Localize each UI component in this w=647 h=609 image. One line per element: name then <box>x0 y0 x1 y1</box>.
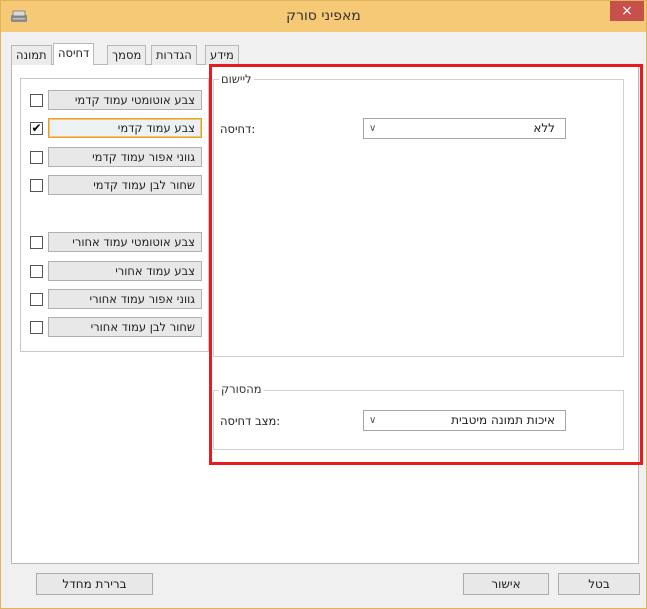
scanner-properties-window: מאפיני סורק × תמונה דחיסה מסמך הגדרות מי… <box>0 0 647 609</box>
option-button[interactable]: גווני אפור עמוד קדמי <box>48 147 202 167</box>
software-group-title: ליישום <box>219 72 254 86</box>
compression-mode-select[interactable]: ∨ איכות תמונה מיטבית <box>363 410 566 431</box>
ok-button[interactable]: אישור <box>463 573 549 595</box>
tab-settings[interactable]: הגדרות <box>151 45 197 65</box>
compression-value: ללא <box>533 121 555 135</box>
checkbox[interactable] <box>30 179 43 192</box>
chevron-down-icon: ∨ <box>369 415 377 426</box>
scanner-group-title: מהסורק <box>219 382 264 396</box>
tab-info[interactable]: מידע <box>205 45 239 65</box>
compression-mode-value: איכות תמונה מיטבית <box>451 413 555 427</box>
tab-compression[interactable]: דחיסה <box>53 43 95 65</box>
checkbox[interactable] <box>30 94 43 107</box>
option-button[interactable]: שחור לבן עמוד קדמי <box>48 175 202 195</box>
checkbox[interactable] <box>30 236 43 249</box>
checkbox[interactable] <box>30 293 43 306</box>
compression-mode-label: :מצב דחיסה <box>220 414 281 428</box>
title-bar: מאפיני סורק × <box>1 1 646 32</box>
chevron-down-icon: ∨ <box>369 123 377 134</box>
default-button[interactable]: ברירת מחדל <box>36 573 153 595</box>
checkbox[interactable] <box>30 321 43 334</box>
option-button[interactable]: צבע אוטומטי עמוד אחורי <box>48 232 202 252</box>
option-button[interactable]: צבע עמוד אחורי <box>48 261 202 281</box>
option-button[interactable]: שחור לבן עמוד אחורי <box>48 317 202 337</box>
option-button-selected[interactable]: צבע עמוד קדמי <box>48 118 202 138</box>
option-button[interactable]: צבע אוטומטי עמוד קדמי <box>48 90 202 110</box>
cancel-button[interactable]: בטל <box>558 573 640 595</box>
window-title: מאפיני סורק <box>286 8 361 24</box>
option-button[interactable]: גווני אפור עמוד אחורי <box>48 289 202 309</box>
checkbox-checked[interactable]: ✔ <box>30 122 43 135</box>
compression-select[interactable]: ∨ ללא <box>363 118 566 139</box>
tab-document[interactable]: מסמך <box>107 45 147 65</box>
compression-label: :דחיסה <box>220 122 256 136</box>
checkbox[interactable] <box>30 151 43 164</box>
close-button[interactable]: × <box>610 1 644 21</box>
tab-image[interactable]: תמונה <box>11 45 52 65</box>
checkbox[interactable] <box>30 265 43 278</box>
